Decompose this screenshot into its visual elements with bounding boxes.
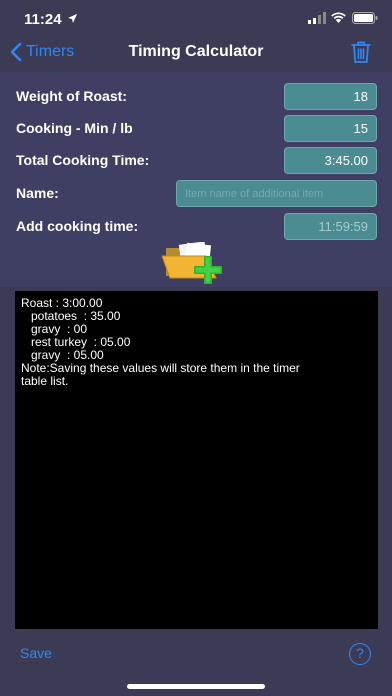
help-icon[interactable]: ? [349,643,371,665]
notes-line: Note:Saving these values will store them… [21,361,300,375]
folder-add-icon[interactable] [160,242,234,286]
nav-bar: Timers Timing Calculator [0,32,392,72]
total-field[interactable] [284,147,377,174]
cooking-field[interactable] [284,115,377,142]
add-time-field[interactable] [284,213,377,240]
name-field[interactable] [176,180,377,207]
notes-text[interactable]: Roast : 3:00.00 potatoes : 35.00 gravy :… [15,291,378,629]
trash-icon[interactable] [350,40,372,64]
battery-icon [352,12,378,24]
wifi-icon [331,12,346,23]
total-row: Total Cooking Time: [0,147,392,175]
cooking-row: Cooking - Min / lb [0,115,392,143]
notes-line: table list. [21,374,69,388]
home-indicator[interactable] [127,684,265,689]
location-arrow-icon [67,13,78,24]
weight-label: Weight of Roast: [16,88,127,104]
save-button[interactable]: Save [20,645,52,661]
name-row: Name: [0,180,392,208]
cooking-label: Cooking - Min / lb [16,120,133,136]
page-title: Timing Calculator [128,43,264,60]
status-time: 11:24 [24,11,62,28]
add-time-label: Add cooking time: [16,218,139,234]
name-label: Name: [16,185,59,201]
signal-icon [308,12,326,24]
weight-field[interactable] [284,83,377,110]
total-label: Total Cooking Time: [16,152,150,168]
weight-row: Weight of Roast: [0,83,392,111]
add-time-row: Add cooking time: [0,213,392,241]
